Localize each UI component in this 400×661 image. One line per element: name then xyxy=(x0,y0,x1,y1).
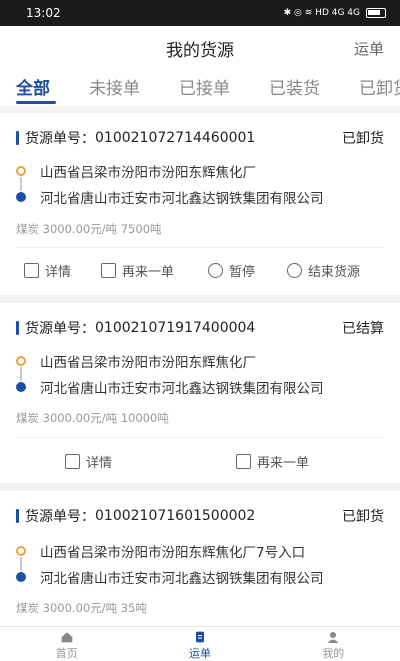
route: 山西省吕梁市汾阳市汾阳东辉焦化厂 河北省唐山市迁安市河北鑫达钢铁集团有限公司 xyxy=(16,348,384,400)
order-header: 货源单号： 010021071917400004 已结算 xyxy=(16,317,384,339)
end-source-button[interactable]: 结束货源 xyxy=(287,261,360,280)
power-icon xyxy=(287,262,302,278)
origin-icon xyxy=(16,356,26,366)
accent-bar xyxy=(16,321,19,335)
status-time: 13:02 xyxy=(26,6,61,20)
order-status: 已结算 xyxy=(342,321,384,337)
cargo-info: 煤炭 3000.00元/吨 10000吨 xyxy=(16,411,169,425)
reorder-icon xyxy=(236,453,251,469)
tab-indicator xyxy=(16,101,56,104)
nav-home[interactable]: 首页 xyxy=(0,627,133,661)
nav-waybill-label: 运单 xyxy=(188,647,211,660)
order-number: 010021071917400004 xyxy=(95,320,256,336)
destination-icon xyxy=(16,572,26,582)
details-icon xyxy=(24,262,39,278)
order-header: 货源单号： 010021072714460001 已卸货 xyxy=(16,127,384,149)
details-label: 详情 xyxy=(86,455,113,471)
nav-mine-label: 我的 xyxy=(322,647,345,660)
system-icons: ✱ ◎ ≋ HD 4G 4G xyxy=(283,8,360,18)
waybill-icon xyxy=(195,631,204,643)
origin-address: 山西省吕梁市汾阳市汾阳东辉焦化厂7号入口 xyxy=(40,545,306,561)
route-connector xyxy=(20,367,22,381)
route-connector xyxy=(20,177,22,191)
status-tabs: 全部 未接单 已接单 已装货 已卸货 xyxy=(0,70,400,106)
status-bar: 13:02 ✱ ◎ ≋ HD 4G 4G xyxy=(0,0,400,26)
order-card[interactable]: 货源单号： 010021072714460001 已卸货 山西省吕梁市汾阳市汾阳… xyxy=(0,113,400,295)
route: 山西省吕梁市汾阳市汾阳东辉焦化厂7号入口 河北省唐山市迁安市河北鑫达钢铁集团有限… xyxy=(16,538,384,590)
details-label: 详情 xyxy=(45,264,72,280)
end-source-label: 结束货源 xyxy=(308,264,361,280)
tab-not-accepted[interactable]: 未接单 xyxy=(89,74,140,99)
accent-bar xyxy=(16,131,19,145)
home-icon xyxy=(61,632,72,643)
reorder-label: 再来一单 xyxy=(122,264,175,280)
tab-accepted[interactable]: 已接单 xyxy=(179,74,230,99)
order-actions: 详情 再来一单 xyxy=(0,446,400,476)
pause-button[interactable]: 暂停 xyxy=(208,261,255,280)
origin-icon xyxy=(16,546,26,556)
tab-loaded[interactable]: 已装货 xyxy=(269,74,320,99)
cargo-info: 煤炭 3000.00元/吨 35吨 xyxy=(16,601,147,615)
order-number: 010021071601500002 xyxy=(95,508,256,524)
reorder-icon xyxy=(101,262,116,278)
reorder-label: 再来一单 xyxy=(257,455,310,471)
accent-bar xyxy=(16,509,19,523)
cargo-info: 煤炭 3000.00元/吨 7500吨 xyxy=(16,222,162,236)
origin-icon xyxy=(16,166,26,176)
destination-address: 河北省唐山市迁安市河北鑫达钢铁集团有限公司 xyxy=(40,381,324,397)
pause-label: 暂停 xyxy=(229,264,256,280)
pause-icon xyxy=(208,262,223,278)
destination-icon xyxy=(16,382,26,392)
order-number: 010021072714460001 xyxy=(95,130,256,146)
reorder-button[interactable]: 再来一单 xyxy=(236,452,309,471)
waybill-link[interactable]: 运单 xyxy=(354,38,384,59)
order-number-label: 货源单号： xyxy=(25,131,95,147)
details-button[interactable]: 详情 xyxy=(24,261,71,280)
origin-address: 山西省吕梁市汾阳市汾阳东辉焦化厂 xyxy=(40,165,256,181)
nav-mine[interactable]: 我的 xyxy=(267,627,400,661)
order-number-label: 货源单号： xyxy=(25,509,95,525)
route-connector xyxy=(20,557,22,571)
destination-address: 河北省唐山市迁安市河北鑫达钢铁集团有限公司 xyxy=(40,191,324,207)
order-status: 已卸货 xyxy=(342,509,384,525)
page-title: 我的货源 xyxy=(166,40,234,61)
user-icon xyxy=(327,632,339,643)
details-icon xyxy=(65,453,80,469)
header: 我的货源 运单 xyxy=(0,26,400,70)
order-actions: 详情 再来一单 暂停 结束货源 xyxy=(0,255,400,285)
tab-all[interactable]: 全部 xyxy=(16,74,50,99)
destination-icon xyxy=(16,192,26,202)
origin-address: 山西省吕梁市汾阳市汾阳东辉焦化厂 xyxy=(40,355,256,371)
battery-icon xyxy=(366,8,386,18)
route: 山西省吕梁市汾阳市汾阳东辉焦化厂 河北省唐山市迁安市河北鑫达钢铁集团有限公司 xyxy=(16,158,384,210)
order-card[interactable]: 货源单号： 010021071601500002 已卸货 山西省吕梁市汾阳市汾阳… xyxy=(0,491,400,626)
bottom-nav: 首页 运单 我的 xyxy=(0,626,400,661)
status-icons: ✱ ◎ ≋ HD 4G 4G xyxy=(284,8,386,18)
nav-waybill[interactable]: 运单 xyxy=(133,627,266,661)
tab-unloaded[interactable]: 已卸货 xyxy=(359,74,400,99)
order-header: 货源单号： 010021071601500002 已卸货 xyxy=(16,505,384,527)
nav-home-label: 首页 xyxy=(55,647,78,660)
reorder-button[interactable]: 再来一单 xyxy=(101,261,174,280)
destination-address: 河北省唐山市迁安市河北鑫达钢铁集团有限公司 xyxy=(40,571,324,587)
order-card[interactable]: 货源单号： 010021071917400004 已结算 山西省吕梁市汾阳市汾阳… xyxy=(0,303,400,483)
order-status: 已卸货 xyxy=(342,131,384,147)
divider xyxy=(16,247,384,248)
divider xyxy=(16,437,384,438)
order-number-label: 货源单号： xyxy=(25,321,95,337)
details-button[interactable]: 详情 xyxy=(65,452,112,471)
